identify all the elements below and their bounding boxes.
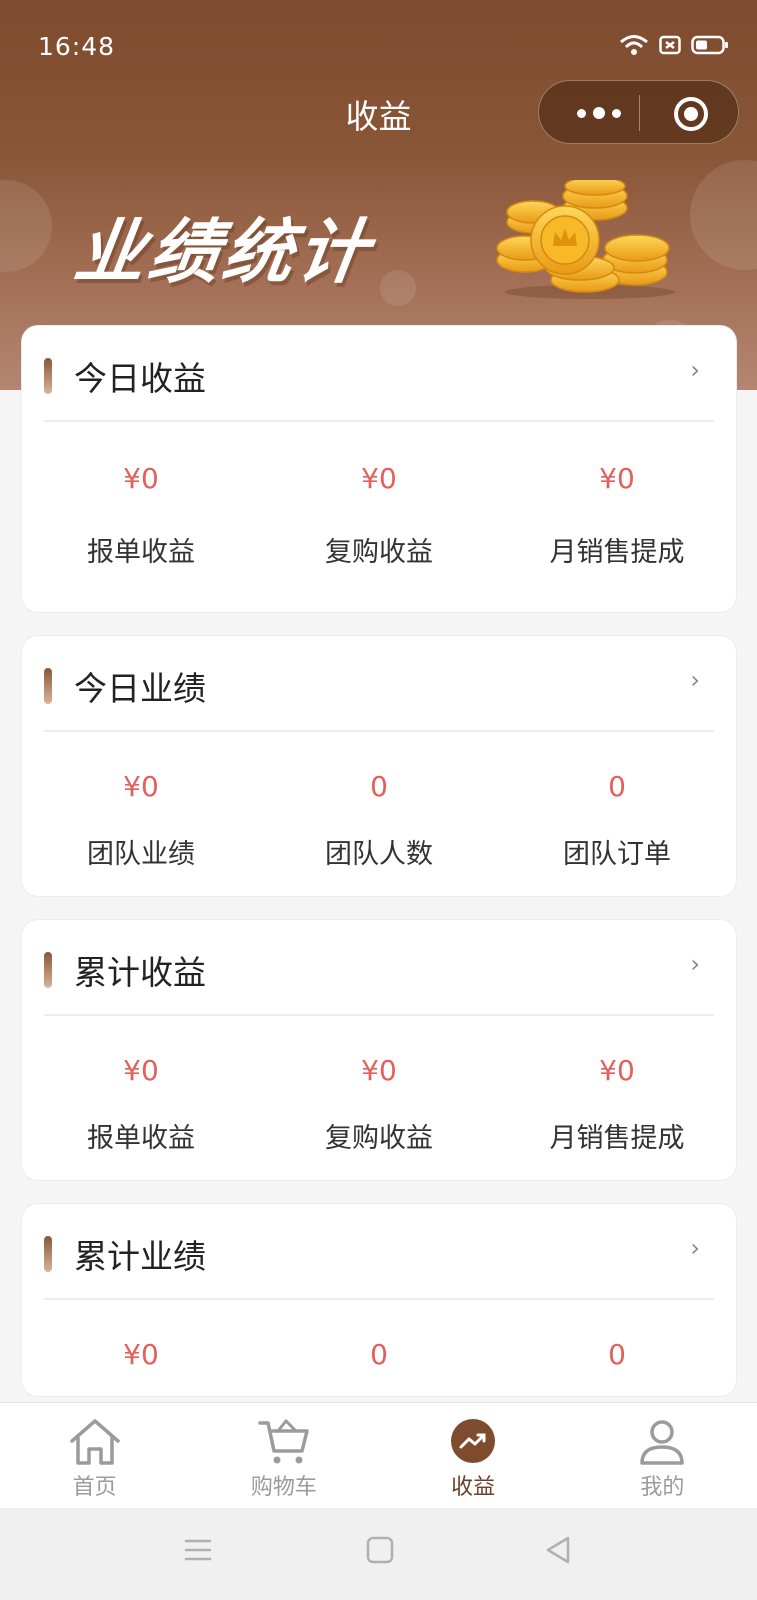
stat-value: ¥0 (361, 462, 397, 495)
card-header[interactable]: 今日收益 › (44, 326, 714, 422)
more-icon[interactable] (569, 103, 629, 123)
status-time: 16:48 (38, 32, 116, 61)
stat-item[interactable]: 0 团队人数 (260, 732, 498, 896)
stat-item[interactable]: ¥0 报单收益 (22, 1016, 260, 1180)
chevron-right-icon[interactable]: › (690, 666, 700, 694)
stat-label: 月销售提成 (549, 1123, 685, 1154)
stats-row: ¥0 团队业绩 0 团队人数 0 团队订单 (22, 732, 736, 896)
chevron-right-icon[interactable]: › (690, 356, 700, 384)
user-icon (640, 1420, 685, 1465)
chevron-right-icon[interactable]: › (690, 950, 700, 978)
stat-label: 团队订单 (563, 839, 671, 870)
mini-program-capsule (538, 80, 739, 144)
tab-cart[interactable]: 购物车 (189, 1403, 378, 1508)
card-header[interactable]: 累计收益 › (44, 920, 714, 1016)
banner-title: 业绩统计 (69, 211, 377, 293)
menu-icon[interactable] (182, 1534, 214, 1566)
stat-value: ¥0 (123, 462, 159, 495)
chevron-right-icon[interactable]: › (690, 1234, 700, 1262)
stat-value: ¥0 (599, 1054, 635, 1087)
stat-value: ¥0 (599, 462, 635, 495)
stat-item[interactable]: 0 (260, 1300, 498, 1396)
sim-icon (659, 35, 681, 55)
stat-value: ¥0 (123, 1054, 159, 1087)
accent-bar (44, 1236, 52, 1272)
stat-value: 0 (370, 770, 388, 803)
cart-icon (258, 1418, 309, 1464)
card-title: 今日业绩 (74, 669, 206, 708)
stat-value: ¥0 (123, 1338, 159, 1371)
stat-value: 0 (608, 770, 626, 803)
card-header[interactable]: 今日业绩 › (44, 636, 714, 732)
today-performance-card[interactable]: 今日业绩 › ¥0 团队业绩 0 团队人数 0 团队订单 (22, 636, 736, 896)
stats-row: ¥0 报单收益 ¥0 复购收益 ¥0 月销售提成 (22, 422, 736, 612)
status-icons (619, 34, 729, 56)
tab-income[interactable]: 收益 (379, 1403, 568, 1508)
home-icon (69, 1419, 120, 1465)
stat-value: ¥0 (361, 1054, 397, 1087)
accent-bar (44, 668, 52, 704)
stat-item[interactable]: ¥0 复购收益 (260, 1016, 498, 1180)
tab-label: 首页 (72, 1475, 117, 1500)
card-title: 累计收益 (74, 953, 206, 992)
back-icon[interactable] (542, 1534, 574, 1566)
card-title: 累计业绩 (74, 1237, 206, 1276)
close-target-icon[interactable] (674, 97, 708, 131)
stat-item[interactable]: ¥0 团队业绩 (22, 732, 260, 896)
tab-mine[interactable]: 我的 (568, 1403, 757, 1508)
trend-icon (451, 1419, 496, 1463)
stat-item[interactable]: ¥0 报单收益 (22, 422, 260, 612)
capsule-divider (639, 95, 640, 131)
accent-bar (44, 952, 52, 988)
stat-label: 报单收益 (87, 537, 195, 568)
today-income-card[interactable]: 今日收益 › ¥0 报单收益 ¥0 复购收益 ¥0 月销售提成 (22, 326, 736, 612)
card-title: 今日收益 (74, 359, 206, 398)
stat-label: 月销售提成 (549, 537, 685, 568)
stat-label: 报单收益 (87, 1123, 195, 1154)
stat-item[interactable]: ¥0 月销售提成 (498, 1016, 736, 1180)
stat-label: 团队人数 (325, 839, 433, 870)
stat-item[interactable]: ¥0 复购收益 (260, 422, 498, 612)
coins-illustration (496, 180, 675, 299)
stat-item[interactable]: 0 团队订单 (498, 732, 736, 896)
bottom-tab-bar: 首页 购物车 收益 我的 (0, 1402, 757, 1508)
stat-item[interactable]: 0 (498, 1300, 736, 1396)
stat-label: 复购收益 (325, 1123, 433, 1154)
tab-label: 购物车 (250, 1475, 317, 1500)
cards-list: 今日收益 › ¥0 报单收益 ¥0 复购收益 ¥0 月销售提成 今日业绩 › ¥… (22, 326, 736, 1420)
stat-label: 团队业绩 (87, 839, 195, 870)
stat-value: 0 (370, 1338, 388, 1371)
home-square-icon[interactable] (364, 1534, 396, 1566)
card-header[interactable]: 累计业绩 › (44, 1204, 714, 1300)
accent-bar (44, 358, 52, 394)
tab-label: 我的 (640, 1475, 685, 1500)
battery-icon (691, 35, 728, 55)
total-performance-card[interactable]: 累计业绩 › ¥0 0 0 (22, 1204, 736, 1396)
stat-value: ¥0 (123, 770, 159, 803)
system-navigation-bar (0, 1508, 757, 1600)
stat-item[interactable]: ¥0 月销售提成 (498, 422, 736, 612)
wifi-icon (620, 35, 648, 55)
stats-row: ¥0 报单收益 ¥0 复购收益 ¥0 月销售提成 (22, 1016, 736, 1180)
tab-label: 收益 (451, 1475, 496, 1500)
total-income-card[interactable]: 累计收益 › ¥0 报单收益 ¥0 复购收益 ¥0 月销售提成 (22, 920, 736, 1180)
status-bar: 16:48 (0, 0, 757, 92)
stat-value: 0 (608, 1338, 626, 1371)
stats-row: ¥0 0 0 (22, 1300, 736, 1396)
stat-item[interactable]: ¥0 (22, 1300, 260, 1396)
stat-label: 复购收益 (325, 537, 433, 568)
tab-home[interactable]: 首页 (0, 1403, 189, 1508)
